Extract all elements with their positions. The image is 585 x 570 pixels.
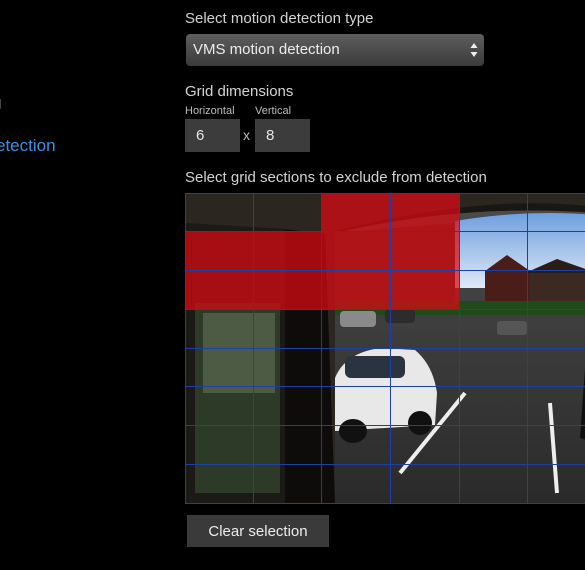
grid-cell[interactable] (459, 193, 529, 232)
grid-cell[interactable] (322, 193, 391, 232)
grid-cell[interactable] (390, 231, 460, 271)
grid-cell[interactable] (185, 387, 254, 427)
grid-cell[interactable] (253, 270, 323, 310)
clear-selection-button[interactable]: Clear selection (187, 515, 329, 547)
grid-cell[interactable] (253, 348, 323, 388)
grid-cell[interactable] (528, 232, 585, 271)
vertical-label: Vertical (255, 105, 292, 117)
horizontal-input[interactable] (185, 119, 240, 152)
grid-cell[interactable] (390, 387, 460, 427)
camera-exclusion-grid[interactable] (185, 193, 585, 504)
grid-cell[interactable] (528, 465, 585, 504)
grid-cell[interactable] (390, 270, 460, 310)
select-arrows-icon (470, 43, 478, 57)
grid-cell[interactable] (390, 465, 460, 504)
grid-cell[interactable] (459, 426, 529, 466)
grid-cell[interactable] (390, 193, 460, 232)
grid-cell[interactable] (528, 387, 585, 427)
grid-cell[interactable] (390, 426, 460, 466)
horizontal-label: Horizontal (185, 105, 235, 117)
grid-cell[interactable] (528, 193, 585, 232)
grid-cell[interactable] (528, 426, 585, 466)
grid-cell[interactable] (459, 309, 529, 349)
grid-cell[interactable] (253, 193, 323, 232)
grid-cell[interactable] (459, 348, 529, 388)
exclusion-grid-cells[interactable] (185, 193, 585, 504)
grid-cell[interactable] (185, 193, 254, 232)
grid-cell[interactable] (185, 348, 254, 388)
grid-cell[interactable] (185, 426, 254, 466)
grid-cell[interactable] (253, 309, 323, 349)
grid-cell[interactable] (390, 309, 460, 349)
exclusion-grid-label: Select grid sections to exclude from det… (185, 169, 487, 186)
motion-type-select[interactable]: VMS motion detection (186, 34, 484, 66)
grid-cell[interactable] (528, 271, 585, 310)
grid-cell[interactable] (322, 270, 391, 310)
grid-cell[interactable] (528, 310, 585, 349)
motion-detection-settings: g etection Select motion detection type … (0, 0, 585, 570)
grid-cell[interactable] (459, 231, 529, 271)
grid-cell[interactable] (322, 348, 391, 388)
motion-type-selected-value: VMS motion detection (193, 41, 340, 58)
grid-cell[interactable] (459, 387, 529, 427)
grid-cell[interactable] (253, 387, 323, 427)
grid-cell[interactable] (185, 465, 254, 504)
grid-dimensions-label: Grid dimensions (185, 83, 294, 100)
grid-cell[interactable] (322, 426, 391, 466)
grid-cell[interactable] (253, 231, 323, 271)
grid-cell[interactable] (185, 309, 254, 349)
grid-cell[interactable] (253, 426, 323, 466)
grid-cell[interactable] (322, 387, 391, 427)
sidebar-item-partial[interactable]: g (0, 93, 1, 113)
grid-cell[interactable] (185, 270, 254, 310)
sidebar-item-motion-detection[interactable]: etection (0, 136, 56, 156)
grid-cell[interactable] (322, 231, 391, 271)
grid-cell[interactable] (322, 465, 391, 504)
grid-cell[interactable] (528, 349, 585, 388)
grid-cell[interactable] (390, 348, 460, 388)
grid-cell[interactable] (459, 465, 529, 504)
grid-cell[interactable] (459, 270, 529, 310)
dimension-separator: x (243, 127, 250, 143)
grid-cell[interactable] (253, 465, 323, 504)
motion-type-label: Select motion detection type (185, 10, 374, 27)
vertical-input[interactable] (255, 119, 310, 152)
grid-cell[interactable] (322, 309, 391, 349)
grid-cell[interactable] (185, 231, 254, 271)
